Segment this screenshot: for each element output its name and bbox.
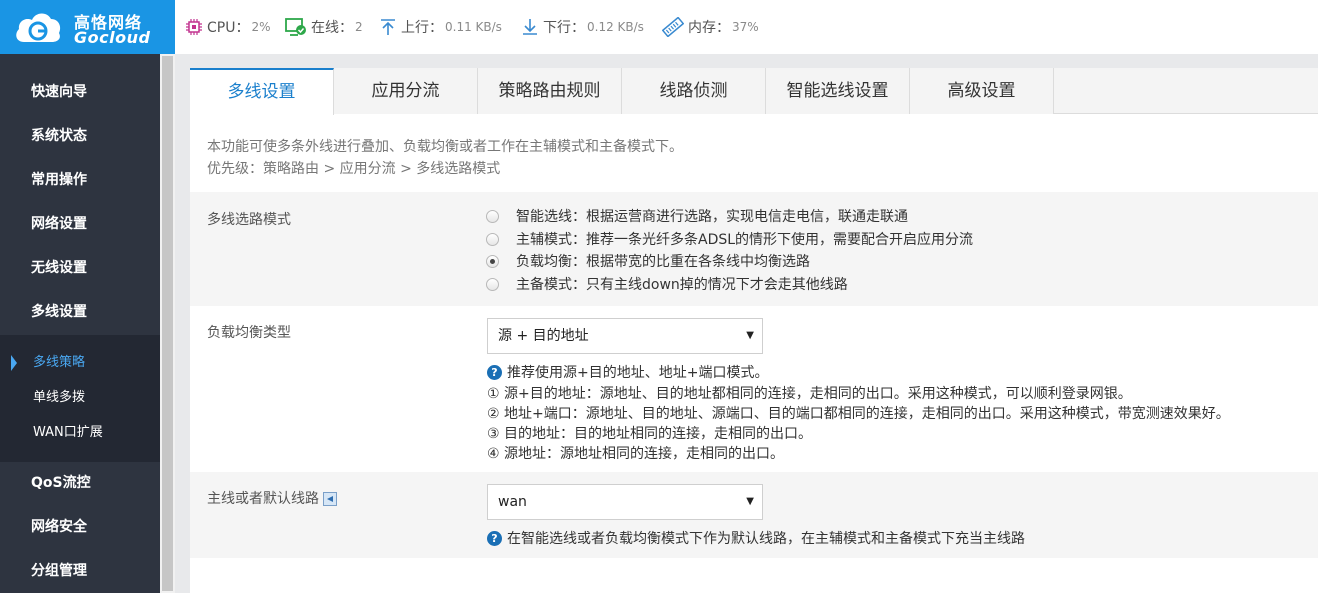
balance-label: 负载均衡类型 [207, 325, 291, 341]
sidebar-item-qos[interactable]: QoS流控 [0, 461, 160, 505]
tab-bar: 多线设置 应用分流 策略路由规则 线路侦测 智能选线设置 高级设置 [190, 68, 1318, 115]
mode-option-primary-aux[interactable]: 主辅模式：推荐一条光纤多条ADSL的情形下使用，需要配合开启应用分流 [486, 229, 973, 249]
default-line-select[interactable]: wan ▼ [487, 484, 763, 520]
brand-name-en: Gocloud [74, 28, 151, 47]
mode-option-primary-aux-label: 主辅模式：推荐一条光纤多条ADSL的情形下使用，需要配合开启应用分流 [516, 232, 974, 248]
mode-option-load-balance-label: 负载均衡：根据带宽的比重在各条线中均衡选路 [516, 254, 810, 270]
monitor-online-icon [285, 18, 306, 36]
default-line-label-wrap: 主线或者默认线路 [207, 488, 337, 508]
upload-value: 0.11 KB/s [445, 20, 502, 34]
balance-type-select[interactable]: 源 + 目的地址 ▼ [487, 318, 763, 354]
balance-help-text: 推荐使用源+目的地址、地址+端口模式。 [507, 365, 769, 381]
default-line-help-text: 在智能选线或者负载均衡模式下作为默认线路，在主辅模式和主备模式下充当主线路 [507, 531, 1025, 547]
sidebar-item-security[interactable]: 网络安全 [0, 505, 160, 549]
mode-option-load-balance[interactable]: 负载均衡：根据带宽的比重在各条线中均衡选路 [486, 251, 810, 271]
download-status: 下行： 0.12 KB/s [521, 17, 644, 37]
radio-backup[interactable] [486, 277, 499, 291]
sidebar-submenu: 多线策略 单线多拨 WAN口扩展 [0, 335, 160, 462]
online-status: 在线： 2 [285, 17, 363, 37]
default-line-label: 主线或者默认线路 [207, 491, 319, 507]
sidebar-subitem-wan-expand[interactable]: WAN口扩展 [0, 416, 160, 450]
cloud-logo-icon [16, 13, 61, 42]
tab-multiline-settings[interactable]: 多线设置 [190, 68, 334, 115]
mode-option-backup-label: 主备模式：只有主线down掉的情况下才会走其他线路 [516, 277, 848, 293]
default-line-section: 主线或者默认线路 wan ▼ ? 在智能选线或者负载均衡模式下作为默认线路，在主… [190, 472, 1318, 558]
sidebar-item-network[interactable]: 网络设置 [0, 202, 160, 246]
question-icon: ? [487, 364, 502, 380]
top-bar: 高恪网络 Gocloud CPU： 2% 在线： 2 上行： 0.11 KB/s [0, 0, 1318, 54]
balance-note-1: ① 源+目的地址：源地址、目的地址都相同的连接，走相同的出口。采用这种模式，可以… [487, 386, 1132, 402]
sidebar-scrollbar[interactable] [160, 54, 175, 593]
online-label: 在线： [311, 20, 353, 36]
mode-option-backup[interactable]: 主备模式：只有主线down掉的情况下才会走其他线路 [486, 274, 848, 294]
upload-arrow-icon [381, 19, 395, 35]
chip-icon [186, 19, 202, 35]
tab-advanced[interactable]: 高级设置 [910, 68, 1054, 114]
tab-app-split[interactable]: 应用分流 [334, 68, 478, 114]
priority-text: 优先级：策略路由 > 应用分流 > 多线选路模式 [207, 161, 501, 177]
sidebar: 快速向导 系统状态 常用操作 网络设置 无线设置 多线设置 多线策略 单线多拨 … [0, 54, 160, 593]
sidebar-subitem-multiline-policy[interactable]: 多线策略 [0, 346, 160, 380]
sidebar-item-group[interactable]: 分组管理 [0, 549, 160, 593]
mode-option-smart-label: 智能选线：根据运营商进行选路，实现电信走电信，联通走联通 [516, 209, 908, 225]
cpu-status: CPU： 2% [185, 17, 271, 37]
cpu-value: 2% [251, 20, 271, 34]
main-panel: 多线设置 应用分流 策略路由规则 线路侦测 智能选线设置 高级设置 本功能可使多… [190, 68, 1318, 593]
memory-label: 内存： [688, 20, 730, 36]
download-label: 下行： [543, 20, 585, 36]
back-arrow-icon[interactable] [323, 492, 337, 506]
sidebar-subitem-single-line-dial[interactable]: 单线多拨 [0, 381, 160, 415]
memory-value: 37% [732, 20, 759, 34]
memory-status: 内存： 37% [662, 17, 759, 37]
cpu-label: CPU： [207, 20, 250, 36]
mode-label: 多线选路模式 [207, 212, 291, 228]
mode-section: 多线选路模式 智能选线：根据运营商进行选路，实现电信走电信，联通走联通 主辅模式… [190, 192, 1318, 306]
balance-help: ? 推荐使用源+目的地址、地址+端口模式。 [487, 362, 768, 382]
tab-policy-routing[interactable]: 策略路由规则 [478, 68, 622, 114]
download-value: 0.12 KB/s [587, 20, 644, 34]
dropdown-arrow-icon: ▼ [746, 330, 754, 341]
scrollbar-thumb[interactable] [162, 56, 173, 591]
sidebar-item-system-status[interactable]: 系统状态 [0, 114, 160, 158]
sidebar-item-wireless[interactable]: 无线设置 [0, 246, 160, 290]
balance-note-2: ② 地址+端口：源地址、目的地址、源端口、目的端口都相同的连接，走相同的出口。采… [487, 406, 1230, 422]
radio-primary-aux[interactable] [486, 232, 499, 246]
balance-section: 负载均衡类型 源 + 目的地址 ▼ ? 推荐使用源+目的地址、地址+端口模式。 … [190, 306, 1318, 472]
memory-stick-icon [662, 17, 684, 37]
sidebar-item-quick-guide[interactable]: 快速向导 [0, 70, 160, 114]
radio-load-balance[interactable] [486, 254, 499, 268]
upload-status: 上行： 0.11 KB/s [379, 17, 502, 37]
mode-option-smart[interactable]: 智能选线：根据运营商进行选路，实现电信走电信，联通走联通 [486, 206, 908, 226]
dropdown-arrow-icon: ▼ [746, 496, 754, 507]
balance-note-3: ③ 目的地址：目的地址相同的连接，走相同的出口。 [487, 426, 812, 442]
tab-line-detect[interactable]: 线路侦测 [622, 68, 766, 114]
online-value: 2 [355, 20, 363, 34]
default-line-value: wan [498, 494, 527, 510]
description-text: 本功能可使多条外线进行叠加、负载均衡或者工作在主辅模式和主备模式下。 [207, 139, 683, 155]
upload-label: 上行： [401, 20, 443, 36]
balance-type-value: 源 + 目的地址 [498, 328, 589, 344]
tab-smart-line[interactable]: 智能选线设置 [766, 68, 910, 114]
balance-note-4: ④ 源地址：源地址相同的连接，走相同的出口。 [487, 446, 784, 462]
radio-smart[interactable] [486, 209, 499, 223]
sidebar-item-multiline[interactable]: 多线设置 [0, 290, 160, 334]
default-line-help: ? 在智能选线或者负载均衡模式下作为默认线路，在主辅模式和主备模式下充当主线路 [487, 528, 1025, 548]
download-arrow-icon [523, 19, 537, 35]
sidebar-item-common-ops[interactable]: 常用操作 [0, 158, 160, 202]
question-icon: ? [487, 530, 502, 546]
brand-logo[interactable]: 高恪网络 Gocloud [0, 0, 175, 54]
